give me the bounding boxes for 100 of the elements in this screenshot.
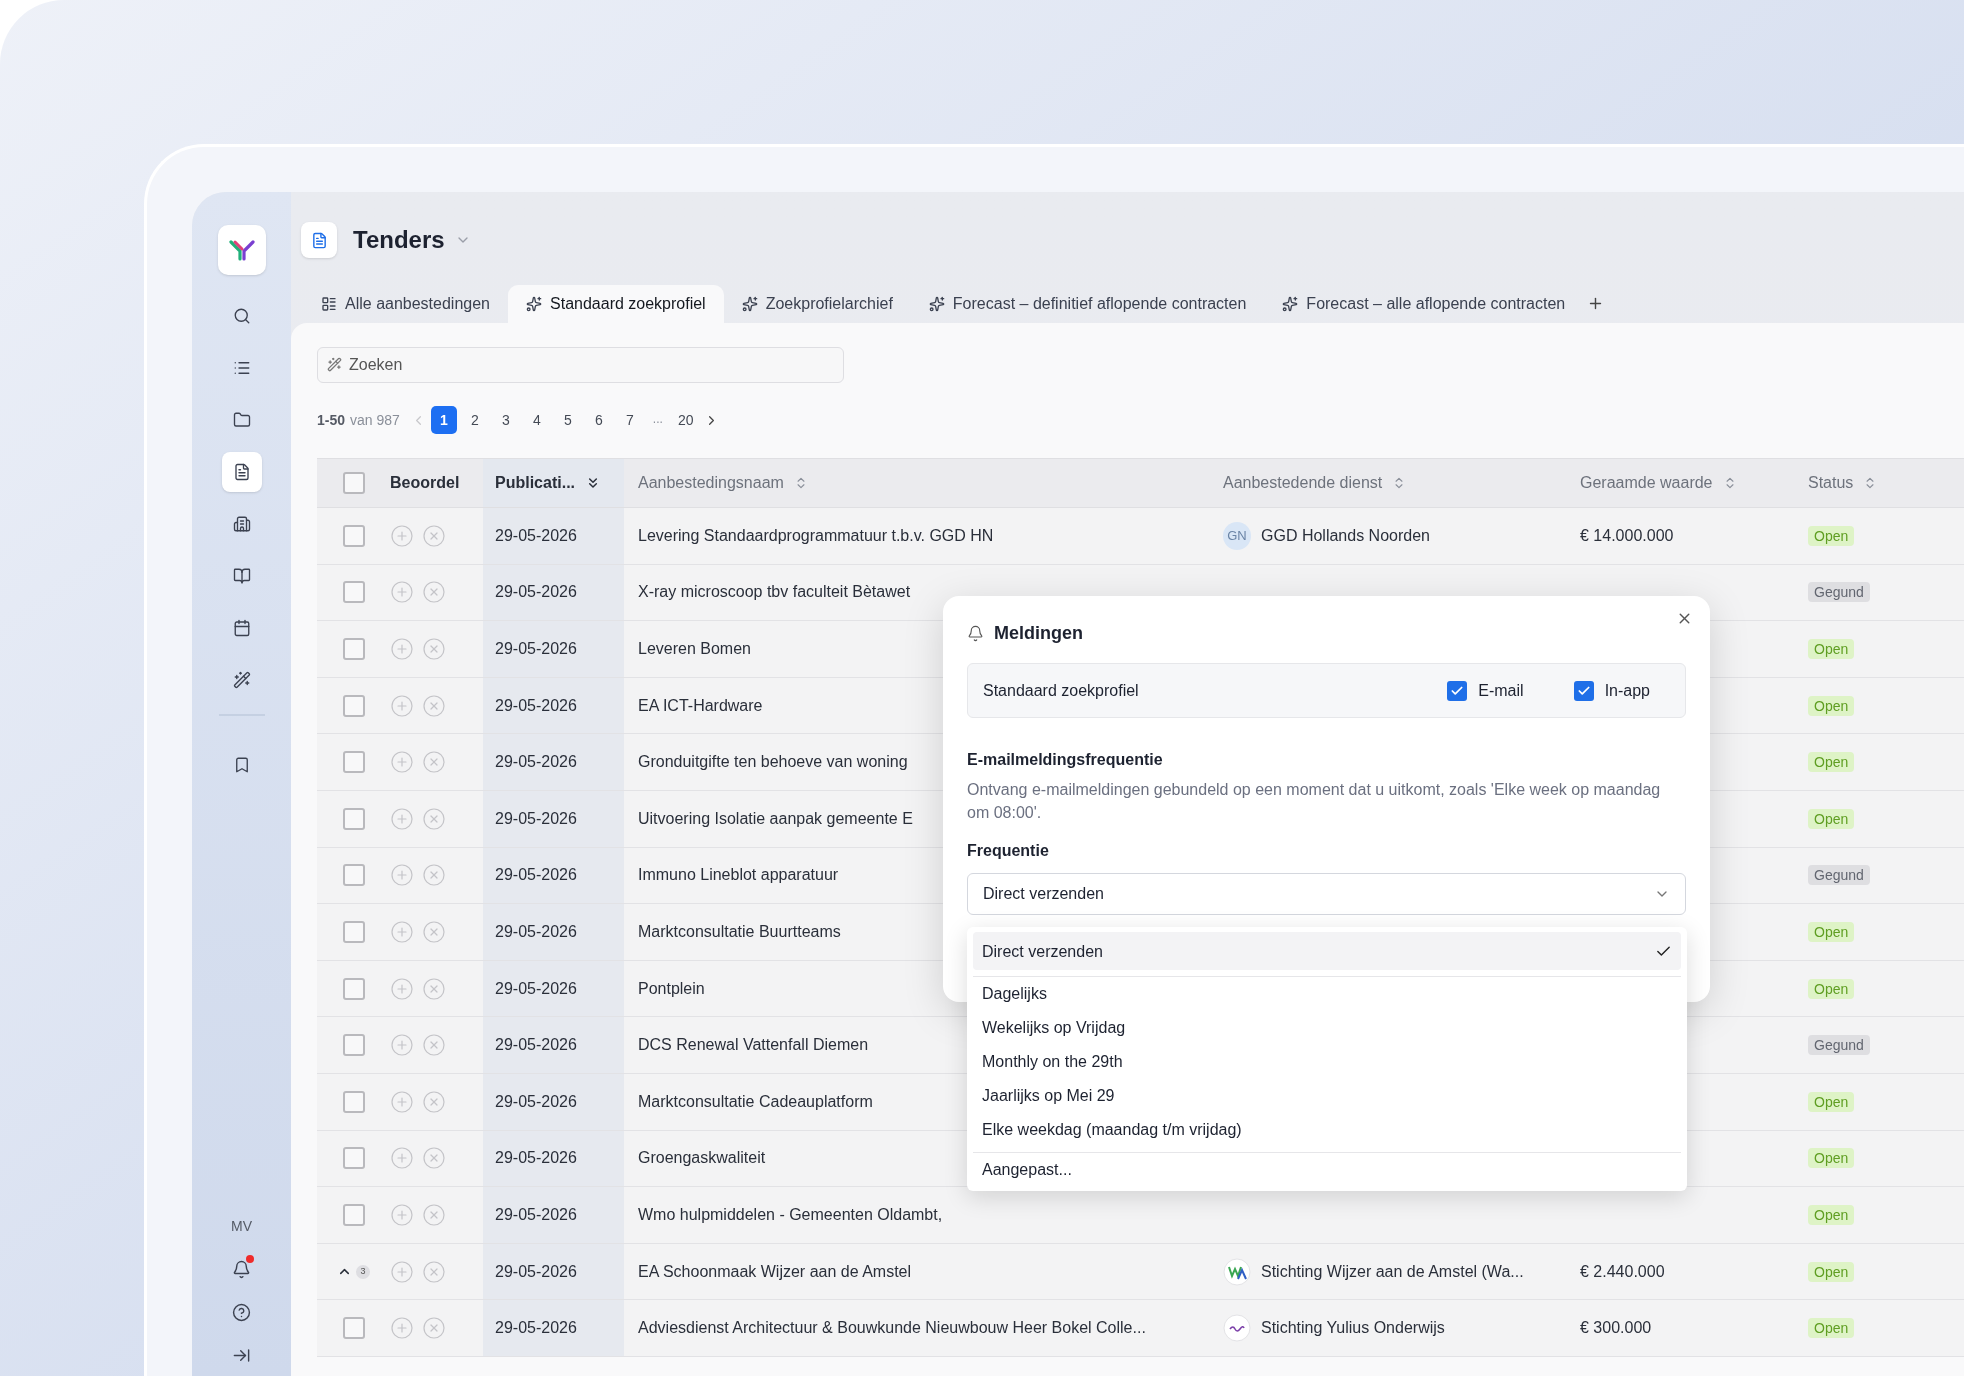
checkbox[interactable] bbox=[342, 807, 365, 830]
checkbox[interactable] bbox=[342, 1147, 365, 1170]
add-icon[interactable] bbox=[390, 580, 414, 605]
dropdown-option[interactable]: Wekelijks op Vrijdag bbox=[973, 1010, 1681, 1044]
checkbox-label: E-mail bbox=[1478, 680, 1524, 701]
checkbox[interactable] bbox=[342, 864, 365, 887]
tab[interactable]: Forecast – definitief aflopende contracten bbox=[910, 285, 1265, 323]
checkbox[interactable] bbox=[342, 751, 365, 774]
add-icon[interactable] bbox=[390, 523, 414, 548]
sparkles-icon bbox=[1282, 296, 1299, 312]
column-header[interactable]: Aanbestedingsnaam bbox=[638, 471, 784, 495]
table-cell-text: X-ray microscoop tbv faculteit Bètawet bbox=[638, 582, 911, 603]
page-button[interactable]: 1 bbox=[430, 406, 457, 434]
user-initials[interactable]: MV bbox=[231, 1208, 252, 1244]
page-button[interactable]: 2 bbox=[461, 406, 488, 434]
logo-tile[interactable] bbox=[217, 225, 266, 275]
add-icon[interactable] bbox=[390, 1202, 414, 1227]
document-icon bbox=[232, 463, 251, 481]
search-field[interactable]: Zoeken bbox=[317, 347, 844, 383]
reject-icon[interactable] bbox=[422, 693, 446, 718]
checkbox[interactable] bbox=[342, 1317, 365, 1340]
dropdown-option[interactable]: Direct verzenden bbox=[973, 932, 1681, 970]
add-icon[interactable] bbox=[390, 1089, 414, 1114]
reject-icon[interactable] bbox=[422, 1146, 446, 1171]
checkbox[interactable] bbox=[342, 1203, 365, 1226]
checkbox[interactable] bbox=[1573, 680, 1594, 701]
reject-icon[interactable] bbox=[422, 1202, 446, 1227]
page-button[interactable]: 5 bbox=[554, 406, 581, 434]
sidebar-item[interactable] bbox=[221, 452, 262, 492]
reject-icon[interactable] bbox=[422, 919, 446, 944]
reject-icon[interactable] bbox=[422, 806, 446, 831]
reject-icon[interactable] bbox=[422, 863, 446, 888]
reject-icon[interactable] bbox=[422, 1089, 446, 1114]
checkbox[interactable] bbox=[342, 1090, 365, 1113]
status-badge: Open bbox=[1808, 752, 1855, 773]
status-badge: Open bbox=[1808, 1204, 1855, 1225]
table-cell-text: Gronduitgifte ten behoeve van woning bbox=[638, 752, 908, 773]
reject-icon[interactable] bbox=[422, 1316, 446, 1341]
dropdown-option[interactable]: Monthly on the 29th bbox=[973, 1044, 1681, 1078]
checkbox[interactable] bbox=[342, 472, 365, 494]
logo-icon[interactable] bbox=[228, 239, 255, 261]
add-icon[interactable] bbox=[390, 919, 414, 944]
column-header[interactable]: Aanbestedende dienst bbox=[1223, 471, 1383, 495]
column-header[interactable]: Beoordel bbox=[390, 471, 460, 495]
dropdown-option[interactable]: Jaarlijks op Mei 29 bbox=[973, 1078, 1681, 1112]
checkbox[interactable] bbox=[342, 581, 365, 604]
checkbox[interactable] bbox=[342, 638, 365, 660]
add-icon[interactable] bbox=[390, 637, 414, 661]
reject-icon[interactable] bbox=[422, 580, 446, 605]
tab[interactable]: Standaard zoekprofiel bbox=[508, 285, 724, 323]
add-icon[interactable] bbox=[390, 750, 414, 775]
help-icon bbox=[232, 1302, 251, 1322]
page-button[interactable]: 6 bbox=[585, 406, 612, 434]
checkbox[interactable] bbox=[342, 977, 365, 1000]
table-cell-text: Marktconsultatie Buurtteams bbox=[638, 921, 841, 942]
tab[interactable]: Forecast – alle aflopende contracten bbox=[1264, 285, 1584, 323]
add-icon[interactable] bbox=[390, 806, 414, 831]
table-cell: € 2.440.000 bbox=[1580, 1262, 1665, 1280]
sparkles-icon bbox=[928, 296, 945, 312]
table-cell: € 300.000 bbox=[1580, 1319, 1652, 1337]
table-cell-text: Leveren Bomen bbox=[638, 639, 751, 659]
add-icon[interactable] bbox=[390, 863, 414, 888]
checkbox[interactable] bbox=[342, 920, 365, 943]
reject-icon[interactable] bbox=[422, 1033, 446, 1058]
list-icon bbox=[232, 359, 251, 377]
add-icon[interactable] bbox=[390, 976, 414, 1001]
add-icon[interactable] bbox=[390, 1316, 414, 1341]
dropdown-option[interactable]: Elke weekdag (maandag t/m vrijdag) bbox=[973, 1112, 1681, 1146]
reject-icon[interactable] bbox=[422, 637, 446, 661]
folder-icon bbox=[232, 411, 251, 429]
checkbox[interactable] bbox=[342, 694, 365, 717]
reject-icon[interactable] bbox=[422, 750, 446, 775]
status-badge: Gegund bbox=[1808, 582, 1870, 603]
add-icon[interactable] bbox=[390, 693, 414, 718]
column-header[interactable]: Status bbox=[1808, 471, 1854, 495]
checkbox[interactable] bbox=[342, 524, 365, 547]
checkbox[interactable] bbox=[342, 1034, 365, 1057]
tab[interactable]: Alle aanbestedingen bbox=[303, 285, 508, 323]
dropdown-option[interactable]: Dagelijks bbox=[973, 976, 1681, 1010]
page-button[interactable]: 7 bbox=[616, 406, 643, 434]
status-badge: Gegund bbox=[1808, 1035, 1870, 1056]
expand-group-button[interactable]: 3 bbox=[337, 1264, 370, 1279]
dropdown-option[interactable]: Aangepast... bbox=[973, 1152, 1681, 1186]
column-header[interactable]: Geraamde waarde bbox=[1580, 471, 1713, 495]
add-icon[interactable] bbox=[390, 1259, 414, 1284]
page-button[interactable]: 4 bbox=[523, 406, 550, 434]
frequency-select[interactable]: Direct verzenden bbox=[967, 873, 1686, 915]
table-cell: 29-05-2026 bbox=[483, 564, 624, 621]
reject-icon[interactable] bbox=[422, 1259, 446, 1284]
reject-icon[interactable] bbox=[422, 523, 446, 548]
page-button[interactable]: 3 bbox=[492, 406, 519, 434]
table-cell: 29-05-2026 bbox=[483, 1073, 624, 1130]
table-cell-text: Groengaskwaliteit bbox=[638, 1148, 766, 1169]
page-button[interactable]: 20 bbox=[672, 406, 699, 434]
tab[interactable]: Zoekprofielarchief bbox=[723, 285, 911, 323]
status-badge: Open bbox=[1808, 1318, 1855, 1339]
add-icon[interactable] bbox=[390, 1033, 414, 1058]
add-icon[interactable] bbox=[390, 1146, 414, 1171]
reject-icon[interactable] bbox=[422, 976, 446, 1001]
checkbox[interactable] bbox=[1447, 680, 1468, 701]
